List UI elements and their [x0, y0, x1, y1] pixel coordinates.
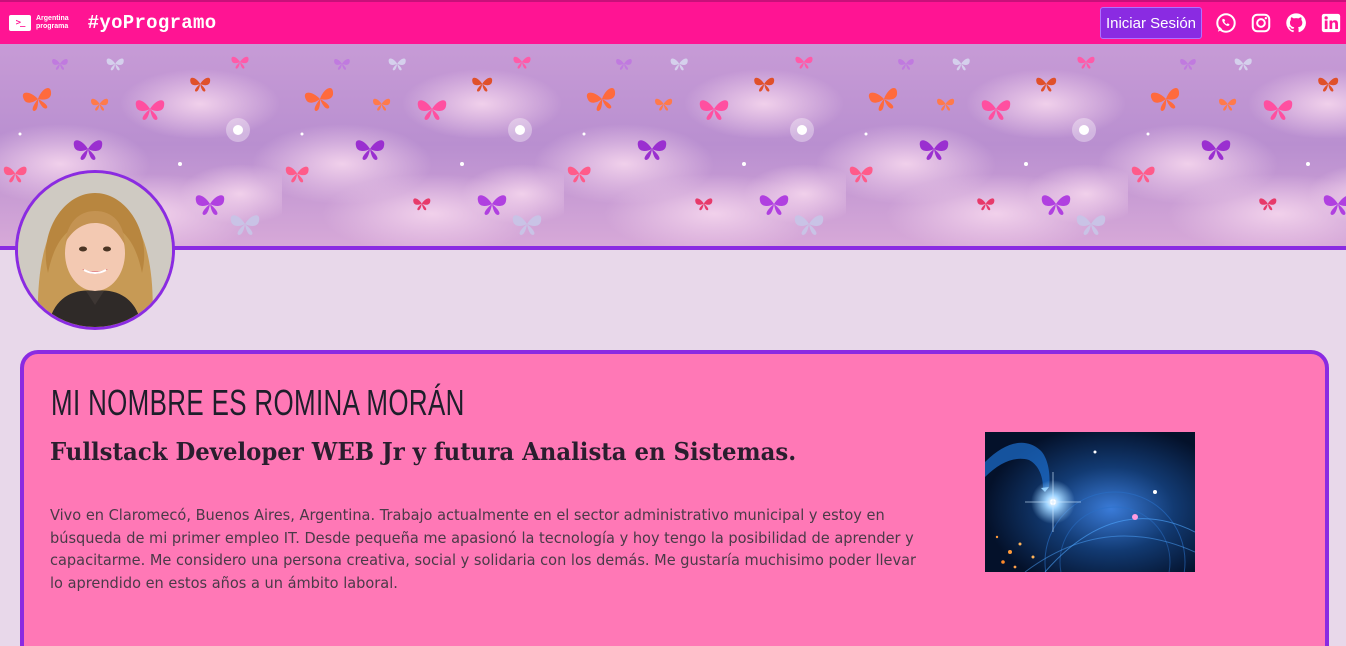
whatsapp-icon[interactable]	[1215, 12, 1237, 34]
github-icon[interactable]	[1285, 12, 1307, 34]
butterfly-banner-image	[0, 44, 1346, 246]
login-button[interactable]: Iniciar Sesión	[1099, 7, 1202, 39]
profile-subtitle: Fullstack Developer WEB Jr y futura Anal…	[50, 437, 797, 466]
logo-text: Argentina programa	[36, 15, 69, 31]
profile-avatar	[15, 170, 175, 330]
profile-bio: Vivo en Claromecó, Buenos Aires, Argenti…	[50, 506, 916, 592]
instagram-icon[interactable]	[1250, 12, 1272, 34]
profile-name: Mi nombre es Romina Morán	[51, 382, 465, 423]
navbar: >_ Argentina programa #yoProgramo Inicia…	[0, 0, 1346, 44]
argentina-programa-logo[interactable]: >_ Argentina programa	[9, 15, 69, 31]
about-card: Mi nombre es Romina Morán Fullstack Deve…	[20, 350, 1329, 646]
profile-photo	[18, 173, 172, 327]
site-title: #yoProgramo	[87, 12, 217, 34]
cover-banner	[0, 44, 1346, 250]
logo-line-1: Argentina	[36, 15, 69, 22]
logo-mark: >_	[15, 18, 26, 28]
terminal-icon: >_	[9, 15, 31, 31]
nav-actions: Iniciar Sesión	[1099, 7, 1342, 39]
logo-line-2: programa	[36, 23, 69, 30]
linkedin-icon[interactable]	[1320, 12, 1342, 34]
technology-image	[985, 432, 1195, 572]
